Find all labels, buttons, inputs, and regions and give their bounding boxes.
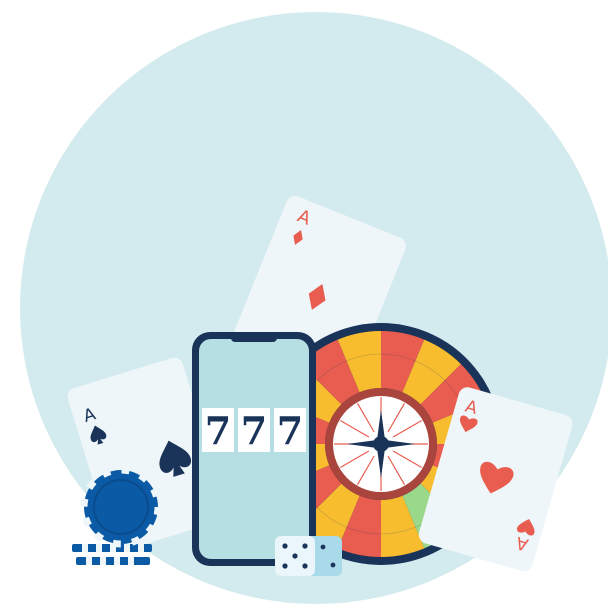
slot-reel-1-symbol: 7 <box>205 408 231 453</box>
slot-reel-2-symbol: 7 <box>241 408 267 453</box>
dice-icon <box>275 536 342 576</box>
slot-reels: 7 7 7 <box>202 408 306 453</box>
casino-illustration: A A 7 7 7 A A <box>20 12 608 604</box>
phone-notch <box>231 334 277 342</box>
smartphone-icon: 7 7 7 <box>192 332 316 566</box>
slot-reel-3-symbol: 7 <box>277 408 303 453</box>
poker-chip-icon <box>80 466 162 548</box>
